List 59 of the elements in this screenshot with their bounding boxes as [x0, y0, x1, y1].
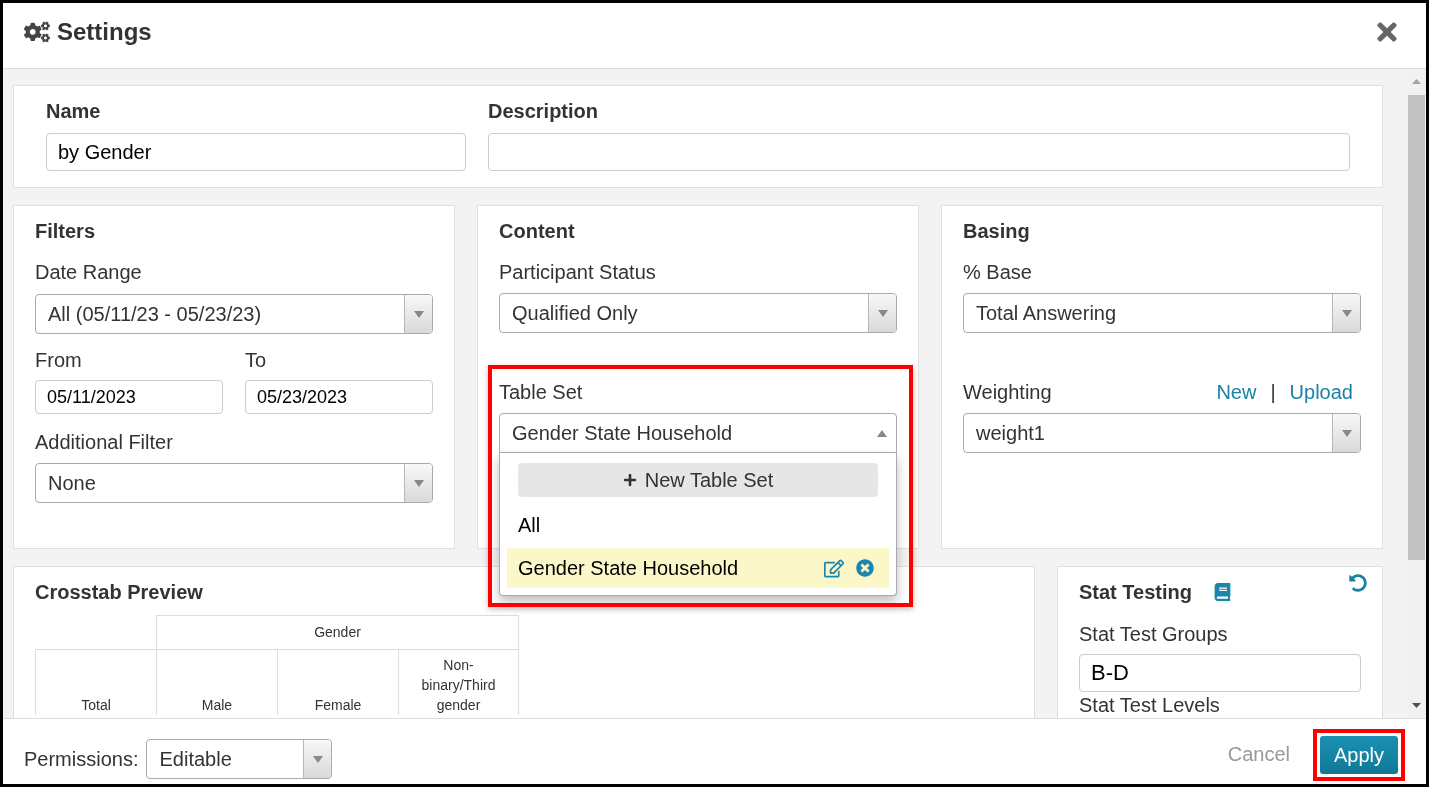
scrollbar-thumb[interactable]: [1408, 95, 1425, 560]
weighting-link[interactable]: Upload: [1289, 380, 1353, 404]
to-date-input[interactable]: 05/23/2023: [245, 380, 433, 414]
book-icon[interactable]: [1213, 583, 1231, 601]
field-label: % Base: [963, 260, 1033, 284]
field-label: Stat Test Levels: [1079, 694, 1221, 716]
name-input[interactable]: by Gender: [46, 133, 466, 171]
caret-icon: [868, 294, 896, 332]
section-heading: Description: [488, 99, 600, 123]
permissions-select[interactable]: Editable: [146, 739, 333, 779]
field-label: Weighting: [963, 380, 1052, 404]
caret-icon: [1332, 414, 1360, 452]
stat-test-groups-input[interactable]: B-D: [1079, 654, 1361, 692]
permissions-label: Permissions:: [24, 747, 139, 772]
from-date-input[interactable]: 05/11/2023: [35, 380, 223, 414]
column-group-header: Gender: [156, 615, 519, 649]
remove-icon[interactable]: [856, 559, 874, 577]
date-range-select[interactable]: All (05/11/23 - 05/23/23): [35, 294, 433, 334]
weighting-link[interactable]: New: [1216, 380, 1257, 404]
apply-button[interactable]: Apply: [1319, 736, 1398, 774]
new-table-set-button[interactable]: New Table Set: [518, 463, 878, 497]
field-label: From: [35, 348, 83, 372]
caret-icon: [404, 295, 432, 333]
field-label: Stat Test Groups: [1079, 622, 1229, 646]
description-input[interactable]: [488, 133, 1350, 171]
field-label: Participant Status: [499, 260, 657, 284]
caret-up-icon: [877, 429, 887, 437]
window-title: Settings: [57, 16, 152, 47]
gears-icon: [24, 19, 50, 44]
table-set-select[interactable]: Gender State Household: [499, 413, 897, 453]
participant-status-select[interactable]: Qualified Only: [499, 293, 897, 333]
weighting-select[interactable]: weight1: [963, 413, 1361, 453]
section-heading: Name: [46, 99, 102, 123]
plus-icon: [622, 473, 637, 487]
dropdown-option[interactable]: All: [518, 510, 878, 540]
additional-filter-select[interactable]: None: [35, 463, 433, 503]
reset-icon[interactable]: [1349, 574, 1367, 592]
percent-base-select[interactable]: Total Answering: [963, 293, 1361, 333]
section-heading: Basing: [963, 219, 1031, 243]
caret-icon: [404, 464, 432, 502]
column-header: Non-binary/Third gender: [398, 649, 519, 715]
section-heading: Crosstab Preview: [35, 580, 204, 604]
field-label: To: [245, 348, 268, 372]
field-label: Date Range: [35, 260, 143, 284]
column-header: Female: [277, 649, 398, 715]
column-header: Male: [156, 649, 277, 715]
scroll-down-icon[interactable]: [1412, 703, 1421, 708]
dropdown-option[interactable]: Gender State Household: [507, 548, 889, 588]
edit-icon[interactable]: [824, 558, 844, 578]
link-separator: |: [1270, 380, 1276, 404]
field-label: Additional Filter: [35, 430, 174, 454]
caret-icon: [1332, 294, 1360, 332]
scroll-up-icon[interactable]: [1412, 79, 1421, 84]
section-heading: Filters: [35, 219, 97, 243]
column-header: Total: [35, 649, 156, 715]
field-label: Table Set: [499, 380, 584, 404]
section-heading: Stat Testing: [1079, 580, 1192, 604]
section-heading: Content: [499, 219, 576, 243]
caret-icon: [303, 740, 332, 778]
